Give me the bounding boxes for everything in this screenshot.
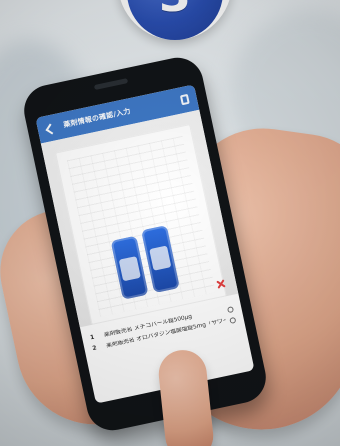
info-icon[interactable] <box>229 317 237 325</box>
info-icon[interactable] <box>226 306 235 314</box>
result-index: 2 <box>92 345 98 353</box>
bottle-label <box>118 256 141 282</box>
photo-scene: 3 薬剤情報の確認/入力 <box>0 0 340 446</box>
result-index: 1 <box>89 334 96 342</box>
bottle-label <box>149 245 172 271</box>
medicine-bottle <box>110 235 149 300</box>
close-icon[interactable] <box>215 278 227 290</box>
step-badge-circle: 3 <box>127 0 223 40</box>
step-badge: 3 <box>118 0 232 40</box>
back-arrow-icon[interactable] <box>43 120 60 137</box>
device-icon[interactable] <box>178 92 192 106</box>
medicine-bottle <box>141 225 180 294</box>
step-number: 3 <box>159 0 191 18</box>
camera-capture-area[interactable] <box>40 109 239 328</box>
